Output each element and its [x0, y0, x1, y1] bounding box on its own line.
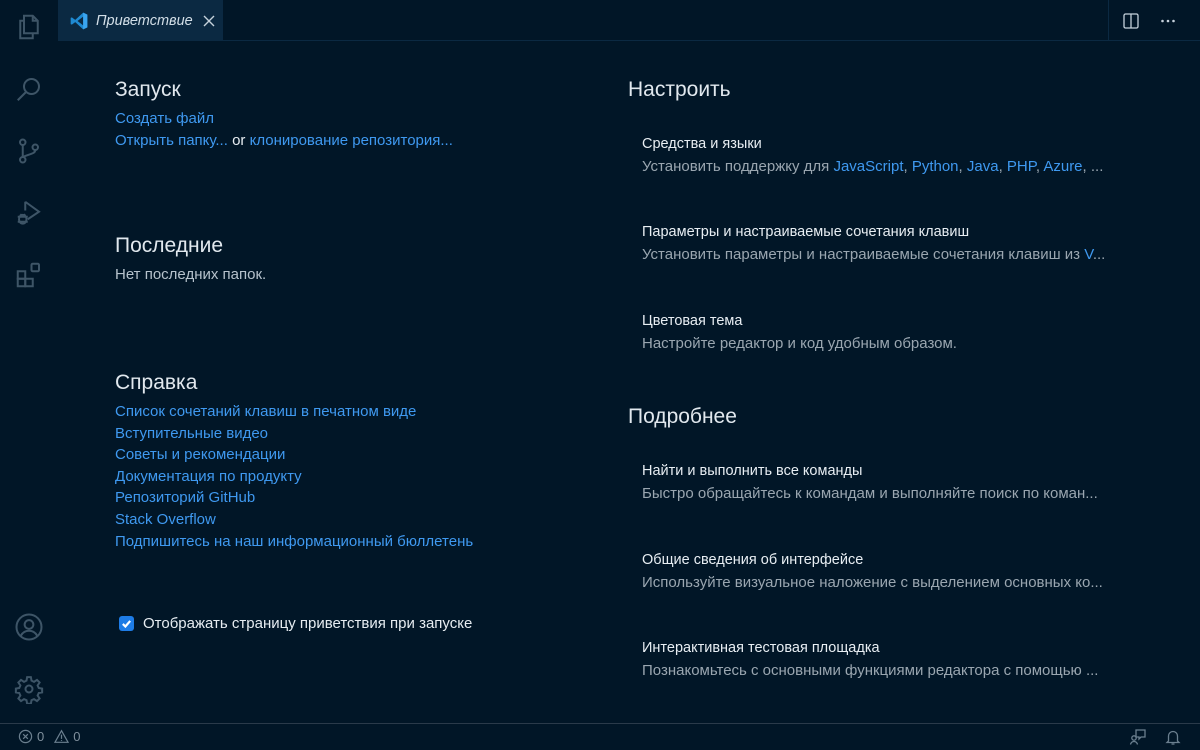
- new-file-link[interactable]: Создать файл: [115, 110, 214, 127]
- vscode-logo-icon: [70, 12, 88, 29]
- tab-actions-divider: [1108, 0, 1109, 41]
- show-on-startup-label: Отображать страницу приветствия при запу…: [143, 615, 473, 632]
- help-link-keyboard-cheatsheet[interactable]: Список сочетаний клавиш в печатном виде: [115, 403, 416, 420]
- item-title: Цветовая тема: [642, 313, 743, 329]
- tab-close-button[interactable]: [201, 13, 217, 29]
- error-count: 0: [37, 729, 45, 744]
- search-icon: [17, 78, 40, 101]
- learn-heading: Подробнее: [628, 405, 737, 428]
- search-button[interactable]: [12, 72, 46, 106]
- start-heading: Запуск: [115, 78, 181, 101]
- desc-link[interactable]: V: [1084, 246, 1093, 263]
- source-control-icon: [19, 138, 40, 164]
- tab-welcome[interactable]: Приветствие: [58, 0, 223, 41]
- explorer-button[interactable]: [12, 10, 46, 44]
- desc-suffix: ...: [1092, 246, 1106, 263]
- recent-heading: Последние: [115, 234, 224, 257]
- help-link-stack-overflow[interactable]: Stack Overflow: [115, 511, 216, 528]
- item-title: Параметры и настраиваемые сочетания клав…: [642, 224, 970, 240]
- or-text: or: [232, 132, 246, 149]
- new-file-line: Создать файл: [115, 110, 214, 127]
- gear-icon: [14, 676, 44, 704]
- accounts-button[interactable]: [12, 610, 46, 644]
- desc-text: Установить параметры и настраиваемые соч…: [642, 246, 1085, 263]
- checkmark-icon: [122, 620, 132, 629]
- tab-label: Приветствие: [96, 12, 193, 29]
- item-desc: Познакомьтесь с основными функциями реда…: [642, 662, 1099, 679]
- desc-text: Установить поддержку для: [642, 158, 834, 175]
- manage-button[interactable]: [12, 672, 46, 706]
- no-recent-text: Нет последних папок.: [115, 266, 267, 283]
- help-heading: Справка: [115, 371, 198, 394]
- item-desc: Установить поддержку для JavaScript, Pyt…: [642, 158, 1104, 175]
- open-folder-line: Открыть папку... or клонирование репозит…: [115, 132, 453, 149]
- item-desc: Быстро обращайтесь к командам и выполняй…: [642, 485, 1098, 502]
- error-icon: [18, 729, 33, 744]
- item-desc: Настройте редактор и код удобным образом…: [642, 335, 957, 352]
- customize-item-tools-languages[interactable]: Средства и языки Установить поддержку дл…: [642, 136, 1142, 175]
- lang-link-azure[interactable]: Azure: [1043, 158, 1082, 175]
- activity-bar: [0, 0, 58, 723]
- help-link-tips-tricks[interactable]: Советы и рекомендации: [115, 446, 285, 463]
- item-title: Интерактивная тестовая площадка: [642, 640, 880, 656]
- lang-link-php[interactable]: PHP: [1007, 158, 1036, 175]
- split-editor-button[interactable]: [1120, 10, 1142, 32]
- feedback-button[interactable]: [1129, 728, 1147, 746]
- close-icon: [203, 15, 215, 26]
- status-bar: 0 0: [0, 723, 1200, 750]
- warning-icon: [54, 729, 70, 743]
- problems-indicator[interactable]: 0 0: [18, 729, 86, 744]
- desc-suffix: , ...: [1082, 158, 1104, 175]
- tab-bar: Приветствие: [58, 0, 1200, 41]
- customize-item-settings-keybindings[interactable]: Параметры и настраиваемые сочетания клав…: [642, 224, 1142, 263]
- warning-count: 0: [73, 729, 81, 744]
- account-icon: [15, 613, 43, 641]
- show-on-startup-checkbox[interactable]: [119, 616, 134, 631]
- customize-heading: Настроить: [628, 78, 731, 101]
- source-control-button[interactable]: [12, 134, 46, 168]
- lang-link-java[interactable]: Java: [967, 158, 999, 175]
- item-desc: Используйте визуальное наложение с выдел…: [642, 574, 1103, 591]
- open-folder-link[interactable]: Открыть папку...: [115, 132, 228, 149]
- extensions-icon: [16, 262, 40, 288]
- help-link-newsletter[interactable]: Подпишитесь на наш информационный бюллет…: [115, 533, 473, 550]
- run-debug-button[interactable]: [12, 196, 46, 230]
- files-icon: [19, 14, 39, 40]
- notifications-button[interactable]: [1164, 728, 1182, 746]
- split-editor-icon: [1123, 13, 1139, 29]
- item-title: Найти и выполнить все команды: [642, 463, 863, 479]
- more-actions-button[interactable]: [1157, 10, 1179, 32]
- extensions-button[interactable]: [12, 258, 46, 292]
- welcome-page: Запуск Создать файл Открыть папку... or …: [58, 42, 1200, 723]
- show-on-startup-row[interactable]: Отображать страницу приветствия при запу…: [119, 615, 472, 632]
- item-desc: Установить параметры и настраиваемые соч…: [642, 246, 1142, 263]
- run-debug-icon: [17, 200, 41, 225]
- learn-item-interface-overview[interactable]: Общие сведения об интерфейсе Используйте…: [642, 552, 1142, 591]
- help-link-intro-videos[interactable]: Вступительные видео: [115, 425, 268, 442]
- customize-item-color-theme[interactable]: Цветовая тема Настройте редактор и код у…: [642, 313, 1142, 352]
- help-link-documentation[interactable]: Документация по продукту: [115, 468, 302, 485]
- bell-icon: [1165, 730, 1181, 745]
- lang-link-python[interactable]: Python: [912, 158, 959, 175]
- item-title: Средства и языки: [642, 136, 762, 152]
- help-link-github-repo[interactable]: Репозиторий GitHub: [115, 489, 255, 506]
- feedback-icon: [1129, 729, 1146, 745]
- learn-item-interactive-playground[interactable]: Интерактивная тестовая площадка Познаком…: [642, 640, 1142, 679]
- clone-repo-link[interactable]: клонирование репозитория...: [250, 132, 453, 149]
- item-title: Общие сведения об интерфейсе: [642, 552, 864, 568]
- learn-item-command-palette[interactable]: Найти и выполнить все команды Быстро обр…: [642, 463, 1142, 502]
- more-actions-icon: [1161, 19, 1175, 23]
- lang-link-javascript[interactable]: JavaScript: [833, 158, 903, 175]
